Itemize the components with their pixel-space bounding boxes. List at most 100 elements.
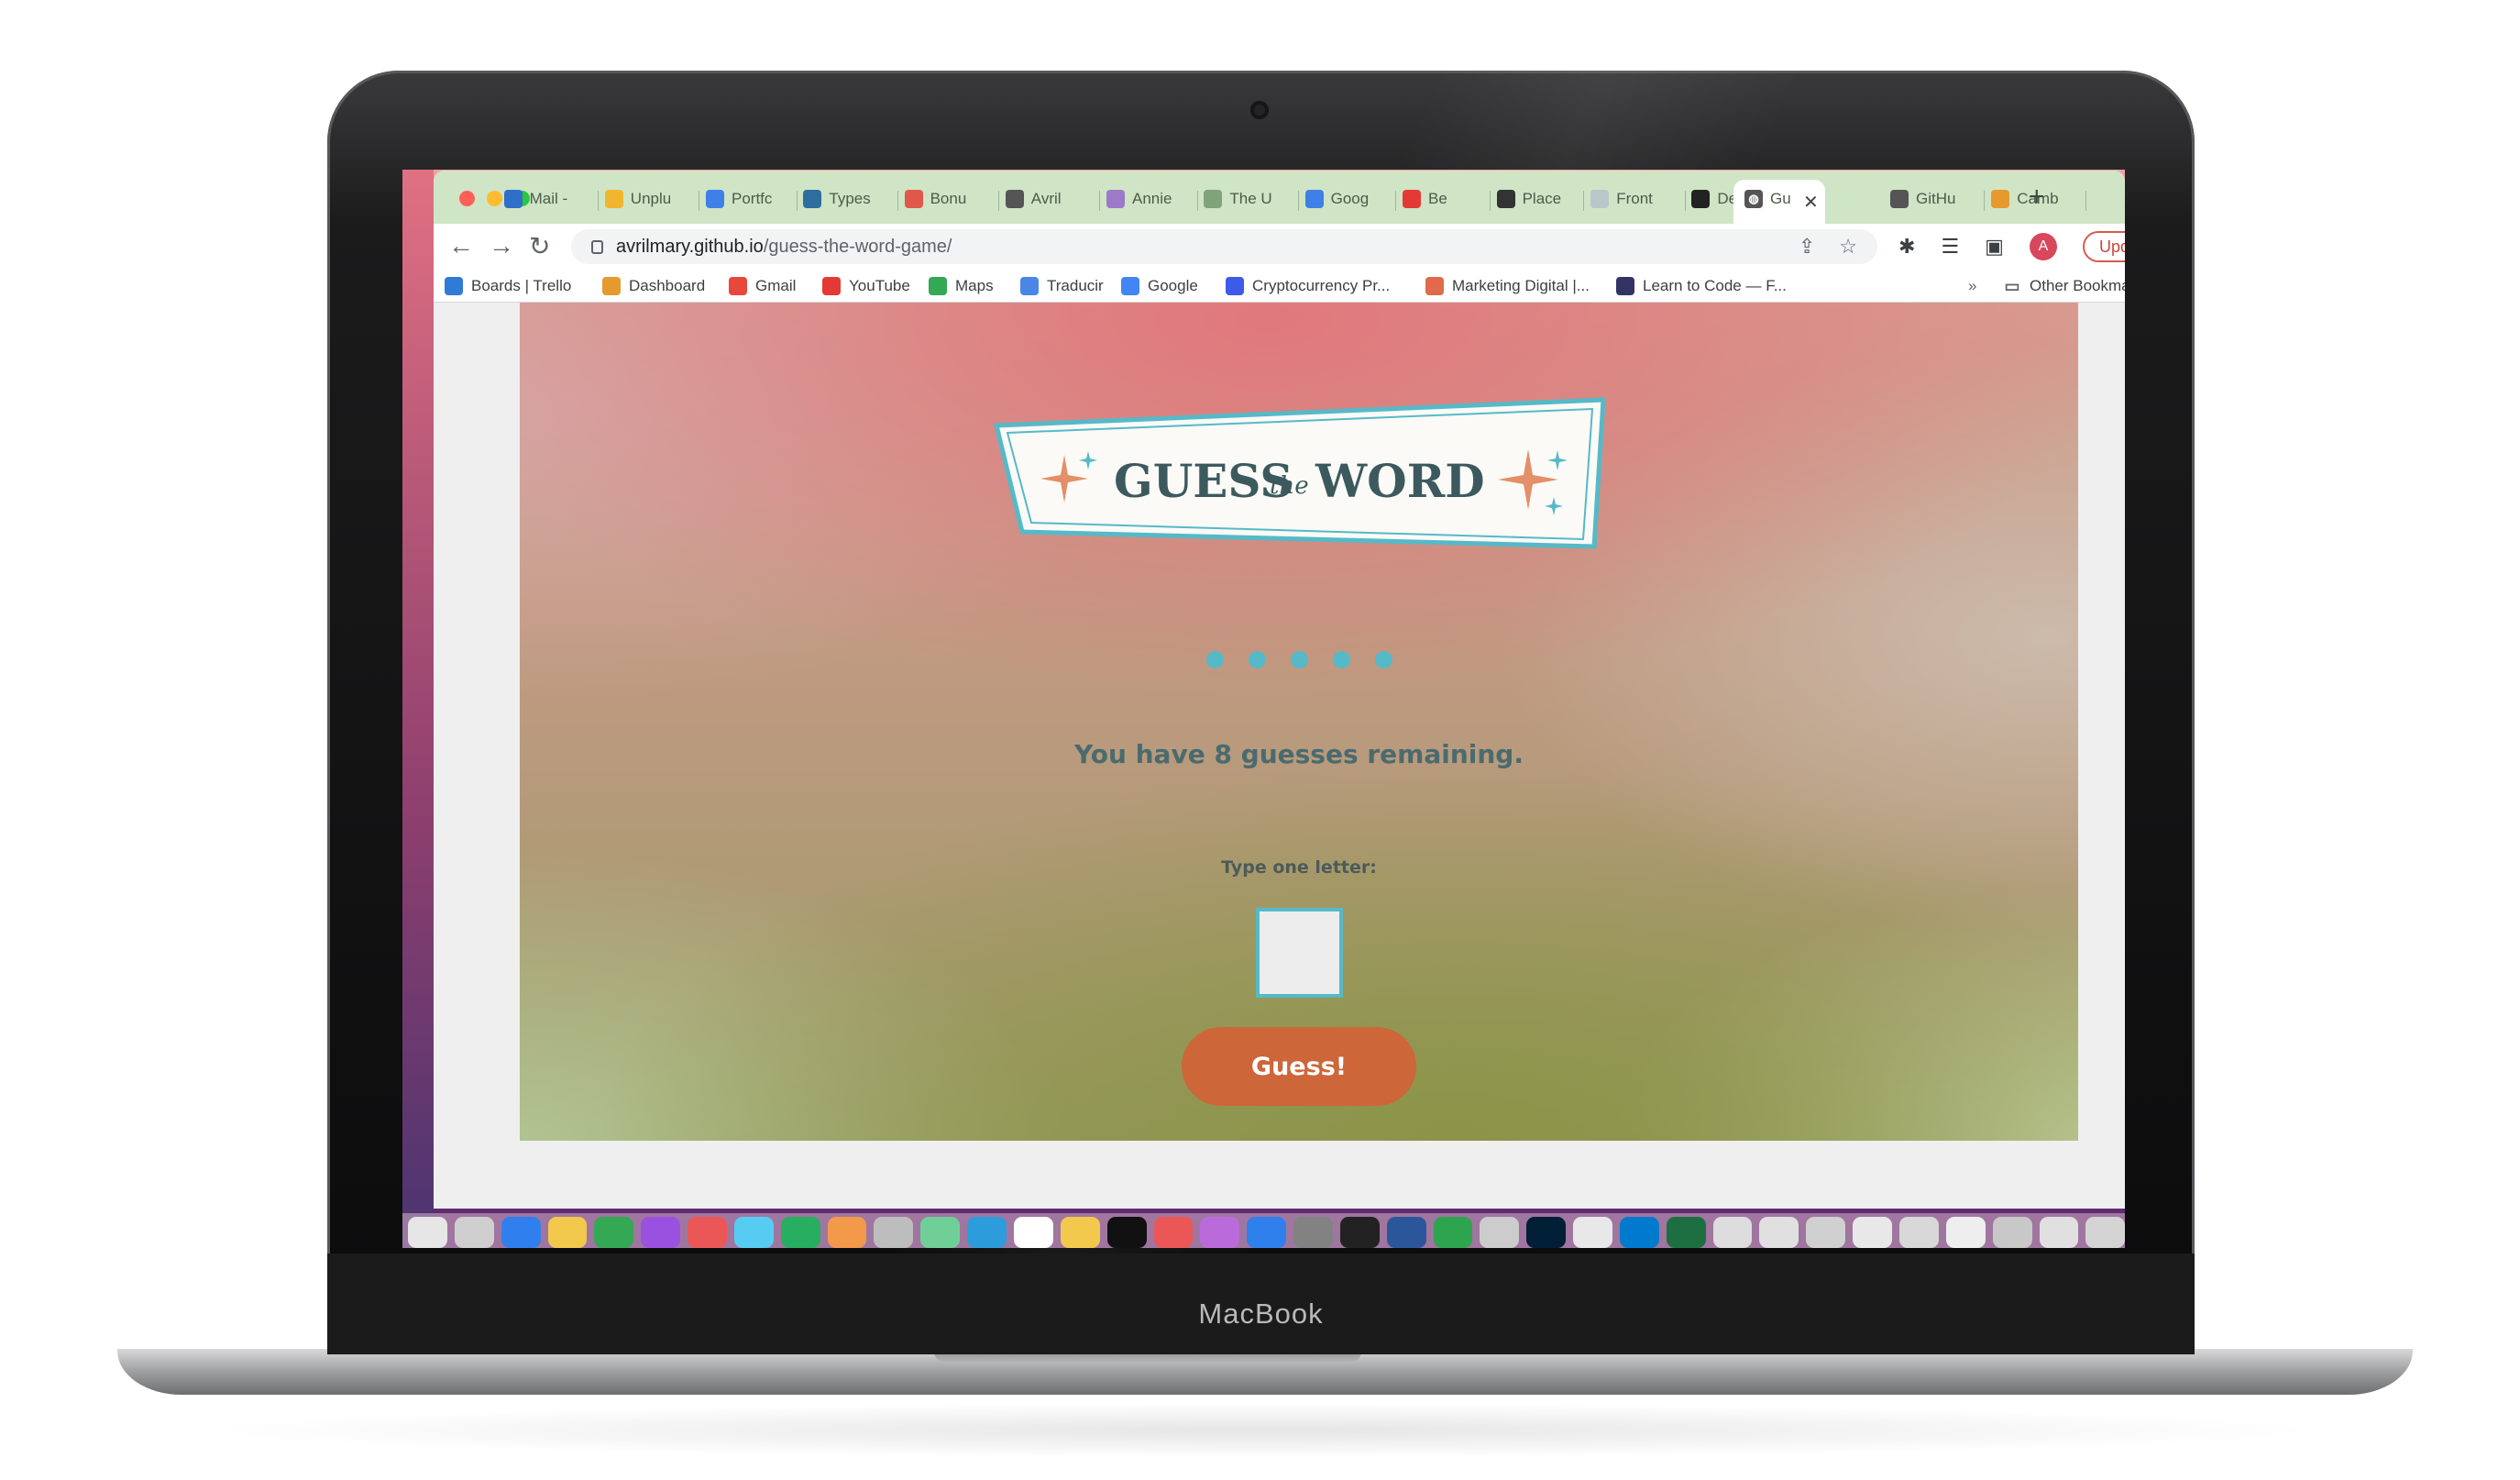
tab[interactable]: The U: [1204, 187, 1301, 211]
bookmark-item[interactable]: Google: [1121, 277, 1198, 295]
bookmark-item[interactable]: Gmail: [729, 277, 796, 295]
back-icon[interactable]: ←: [448, 231, 474, 260]
dock-app-icon[interactable]: [1200, 1217, 1240, 1248]
bookmark-item[interactable]: Maps: [929, 277, 994, 295]
tab-active[interactable]: ◍ Gu ✕: [1733, 180, 1825, 224]
bookmark-item[interactable]: Dashboard: [602, 277, 705, 295]
dock-app-icon[interactable]: [1106, 1217, 1147, 1248]
dock: [402, 1213, 2125, 1248]
bookmark-item[interactable]: Learn to Code — F...: [1616, 277, 1787, 295]
address-bar[interactable]: avrilmary.github.io /guess-the-word-game…: [571, 229, 1877, 264]
bookmark-item[interactable]: YouTube: [822, 277, 910, 295]
dock-app-icon[interactable]: [1293, 1217, 1333, 1248]
dock-app-icon[interactable]: [688, 1217, 727, 1248]
dock-app-icon[interactable]: [780, 1217, 820, 1248]
other-bookmarks[interactable]: ▭ Other Bookma: [2003, 277, 2125, 295]
tab-separator: [598, 191, 599, 211]
dock-app-icon[interactable]: [1806, 1217, 1846, 1248]
dock-app-icon[interactable]: [454, 1217, 494, 1248]
dock-app-icon[interactable]: [1247, 1217, 1287, 1248]
dock-app-icon[interactable]: [1945, 1217, 1986, 1248]
tab[interactable]: Portfc: [706, 187, 800, 211]
bookmark-item[interactable]: Boards | Trello: [445, 277, 571, 295]
tab[interactable]: Goog: [1304, 187, 1400, 211]
dock-app-icon[interactable]: [1573, 1217, 1612, 1248]
desktop-wallpaper: [402, 170, 434, 1248]
circle-icon: [1590, 190, 1610, 208]
dock-app-icon[interactable]: [1153, 1217, 1194, 1248]
swirl-icon: [803, 190, 822, 208]
dock-app-icon[interactable]: [1526, 1217, 1567, 1248]
share-icon[interactable]: ⇪: [1799, 235, 1815, 259]
camera: [1250, 101, 1269, 119]
dock-app-icon[interactable]: [1386, 1217, 1426, 1248]
extensions-icon[interactable]: ✱: [1898, 235, 1915, 259]
dock-app-icon[interactable]: [1433, 1217, 1473, 1248]
hidden-letter: [1374, 651, 1392, 668]
avatar[interactable]: A: [2029, 233, 2057, 260]
dock-app-icon[interactable]: [1619, 1217, 1659, 1248]
dock-app-icon[interactable]: [1853, 1217, 1892, 1248]
forward-icon[interactable]: →: [489, 231, 514, 260]
tab-separator: [796, 191, 798, 211]
tab[interactable]: Place: [1496, 187, 1588, 211]
tab[interactable]: Front: [1590, 187, 1688, 211]
close-window-button[interactable]: [459, 191, 475, 206]
update-button[interactable]: Update: [2082, 231, 2125, 262]
laptop-chin: MacBook: [327, 1254, 2195, 1354]
tab[interactable]: Avril: [1005, 187, 1103, 211]
logo-word-the: the: [1270, 472, 1309, 500]
dock-app-icon[interactable]: [408, 1217, 447, 1248]
side-panel-icon[interactable]: ▣: [1985, 235, 2004, 259]
hidden-letter: [1248, 651, 1266, 668]
letter-input[interactable]: [1256, 908, 1343, 998]
trello-icon: [445, 277, 463, 295]
dock-app-icon[interactable]: [1712, 1217, 1753, 1248]
more-bookmarks-icon[interactable]: »: [1968, 277, 1976, 295]
dock-app-icon[interactable]: [2085, 1217, 2125, 1248]
dock-app-icon[interactable]: [1759, 1217, 1799, 1248]
tab[interactable]: Types: [803, 187, 900, 211]
dock-app-icon[interactable]: [2039, 1217, 2079, 1248]
dock-app-icon[interactable]: [641, 1217, 681, 1248]
bookmark-item[interactable]: Traducir: [1020, 277, 1104, 295]
dock-app-icon[interactable]: [1480, 1217, 1520, 1248]
bookmark-label: Marketing Digital |...: [1452, 277, 1590, 294]
tab[interactable]: Unplu: [604, 187, 702, 211]
tab[interactable]: GitHu: [1890, 187, 1987, 211]
translate-icon: [1020, 277, 1039, 295]
dock-app-icon[interactable]: [920, 1217, 961, 1248]
dock-app-icon[interactable]: [874, 1217, 914, 1248]
dock-app-icon[interactable]: [827, 1217, 867, 1248]
dock-app-icon[interactable]: [501, 1217, 541, 1248]
dock-app-icon[interactable]: [733, 1217, 774, 1248]
minimize-window-button[interactable]: [487, 191, 502, 206]
tab[interactable]: Be: [1403, 187, 1493, 211]
close-tab-icon[interactable]: ✕: [1803, 191, 1819, 214]
dock-app-icon[interactable]: [1666, 1217, 1706, 1248]
reading-list-icon[interactable]: ☰: [1941, 235, 1959, 259]
tab[interactable]: Annie: [1106, 187, 1201, 211]
bookmark-item[interactable]: Marketing Digital |...: [1425, 277, 1590, 295]
guess-button[interactable]: Guess!: [1182, 1027, 1416, 1106]
calendar-icon: [1304, 190, 1324, 208]
tab[interactable]: Bonu: [904, 187, 1002, 211]
new-tab-icon[interactable]: +: [2029, 182, 2045, 213]
dock-app-icon[interactable]: [547, 1217, 588, 1248]
dock-app-icon[interactable]: [1060, 1217, 1100, 1248]
dock-app-icon[interactable]: [1013, 1217, 1053, 1248]
dock-app-icon[interactable]: [594, 1217, 634, 1248]
bookmark-label: YouTube: [849, 277, 910, 294]
reload-icon[interactable]: ↻: [529, 231, 550, 261]
dock-app-icon[interactable]: [1899, 1217, 1939, 1248]
globe-icon: [1890, 190, 1909, 208]
tab-label: Front: [1616, 190, 1653, 207]
tab[interactable]: Mail -: [503, 187, 601, 211]
dock-app-icon[interactable]: [967, 1217, 1007, 1248]
dock-app-icon[interactable]: [1992, 1217, 2032, 1248]
dock-app-icon[interactable]: [1339, 1217, 1380, 1248]
bookmark-label: Boards | Trello: [471, 277, 572, 294]
url-host: avrilmary.github.io: [616, 236, 764, 257]
star-icon[interactable]: ☆: [1839, 235, 1857, 259]
bookmark-item[interactable]: Cryptocurrency Pr...: [1226, 277, 1390, 295]
